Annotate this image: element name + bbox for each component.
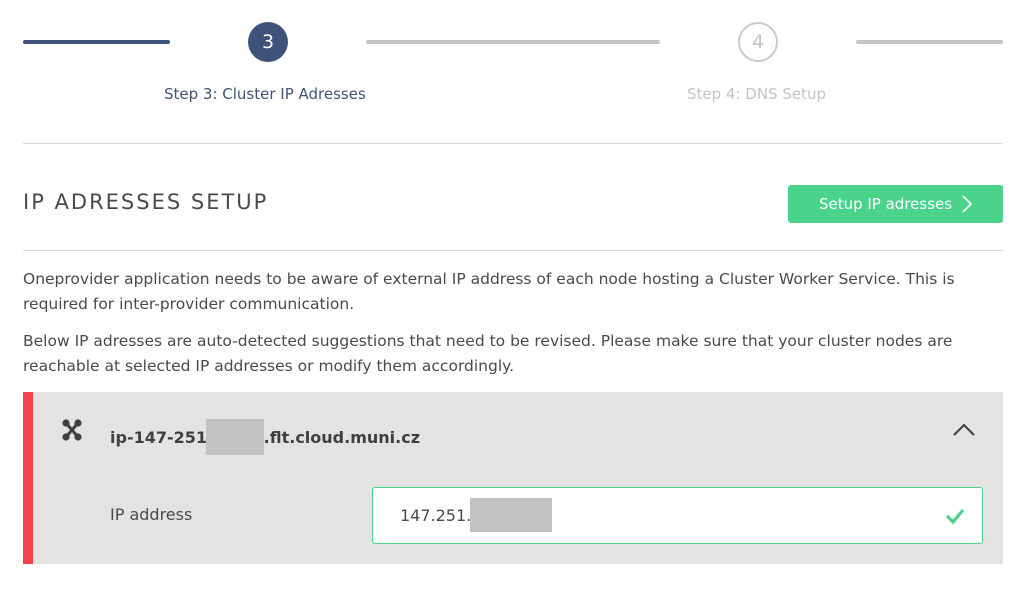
description-paragraph-2: Below IP adresses are auto-detected sugg… <box>23 332 953 375</box>
step-4-label[interactable]: Step 4: DNS Setup <box>687 85 826 103</box>
step-progress-line-pending <box>366 40 660 44</box>
node-hostname: ip-147-251- .flt.cloud.muni.cz <box>110 419 420 455</box>
step-4-number: 4 <box>751 31 765 53</box>
stepper-divider <box>23 143 1003 144</box>
redacted-hostname-block <box>205 419 264 455</box>
chevron-up-icon[interactable] <box>952 420 976 440</box>
step-progress-line-completed <box>23 40 170 44</box>
ip-address-value[interactable]: 147.251. <box>400 497 553 533</box>
setup-ip-adresses-button[interactable]: Setup IP adresses <box>788 185 1003 223</box>
checkmark-icon <box>945 507 965 525</box>
redacted-ip-block <box>470 498 553 532</box>
chevron-right-icon <box>962 195 973 213</box>
step-4-circle[interactable]: 4 <box>738 22 778 62</box>
ip-value-prefix: 147.251. <box>400 505 472 525</box>
cluster-node-icon <box>61 418 83 442</box>
step-progress-line-pending-end <box>856 40 1003 44</box>
section-title: IP ADRESSES SETUP <box>23 190 269 214</box>
hostname-suffix: .flt.cloud.muni.cz <box>263 427 421 447</box>
description-paragraph-1: Oneprovider application needs to be awar… <box>23 270 955 313</box>
stepper: 3 4 Step 3: Cluster IP Adresses Step 4: … <box>0 0 1017 144</box>
section-divider <box>23 250 1003 251</box>
ip-address-label: IP address <box>110 505 193 524</box>
step-3-label[interactable]: Step 3: Cluster IP Adresses <box>164 85 366 103</box>
setup-button-label: Setup IP adresses <box>818 195 953 213</box>
ip-address-input[interactable]: 147.251. <box>372 487 983 544</box>
hostname-prefix: ip-147-251- <box>110 427 214 447</box>
node-panel: ip-147-251- .flt.cloud.muni.cz IP addres… <box>23 392 1003 564</box>
step-3-number: 3 <box>261 31 275 53</box>
error-accent-bar <box>23 392 33 564</box>
step-3-circle[interactable]: 3 <box>248 22 288 62</box>
